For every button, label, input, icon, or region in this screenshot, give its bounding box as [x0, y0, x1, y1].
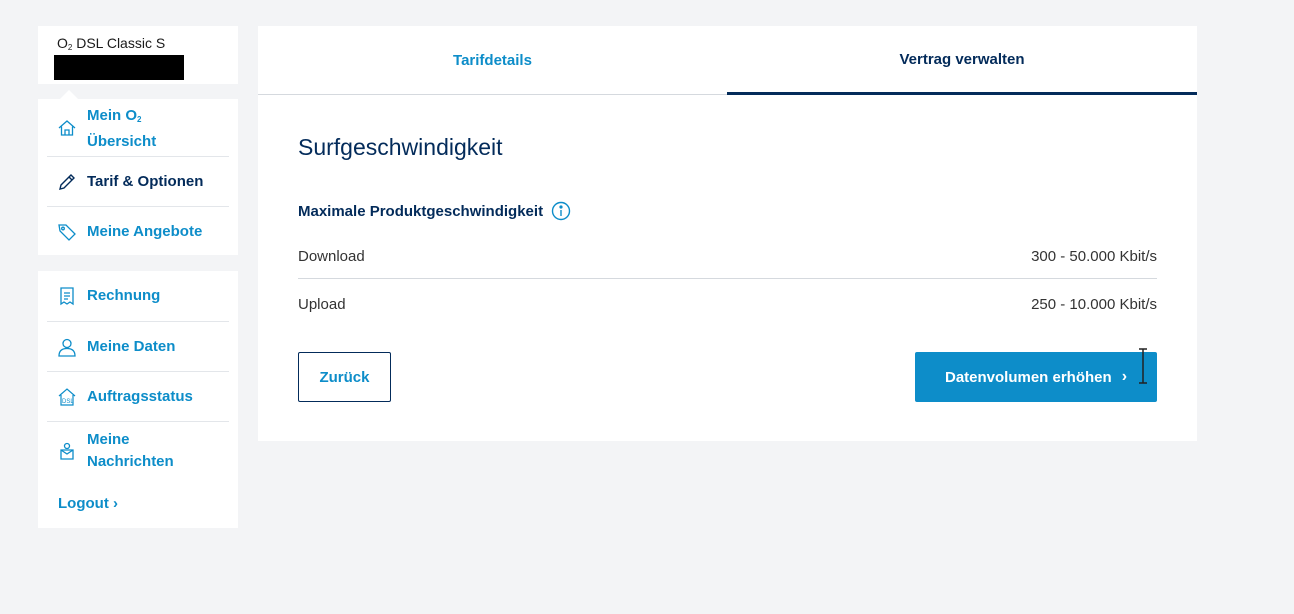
- tariff-name: O2 DSL Classic S: [57, 35, 166, 52]
- nav-group-services: Rechnung Meine Daten DSL Auftragsstatus …: [38, 271, 238, 528]
- sidebar-item-label: Tarif & Optionen: [87, 172, 204, 190]
- info-icon[interactable]: [551, 201, 571, 221]
- sidebar-item-label: Mein O2 Übersicht: [87, 107, 157, 150]
- card-notch: [60, 90, 78, 99]
- row-label: Download: [298, 247, 365, 265]
- sidebar-item-order-status[interactable]: DSL Auftragsstatus: [47, 372, 229, 422]
- subheading-label: Maximale Produktgeschwindigkeit: [298, 202, 544, 220]
- tab-bar: Tarifdetails Vertrag verwalten: [258, 26, 1197, 95]
- tab-manage-contract[interactable]: Vertrag verwalten: [727, 26, 1197, 95]
- pencil-icon: [57, 172, 77, 192]
- logout-link[interactable]: Logout ›: [58, 495, 118, 512]
- back-button[interactable]: Zurück: [298, 352, 391, 402]
- increase-data-volume-button[interactable]: Datenvolumen erhöhen ›: [915, 352, 1157, 402]
- speed-row-download: Download 300 - 50.000 Kbit/s: [298, 234, 1157, 279]
- messages-icon: [57, 441, 77, 461]
- dsl-house-icon: DSL: [57, 387, 77, 407]
- sidebar-item-label: Meine Angebote: [87, 222, 203, 240]
- row-label: Upload: [298, 295, 346, 313]
- speed-subheading: Maximale Produktgeschwindigkeit: [298, 201, 571, 221]
- sidebar-item-offers[interactable]: Meine Angebote: [47, 207, 229, 256]
- sidebar-item-label: Meine Daten: [87, 337, 176, 355]
- button-label: Datenvolumen erhöhen: [944, 368, 1112, 386]
- sidebar-item-label: Auftragsstatus: [87, 387, 193, 405]
- sidebar-item-invoice[interactable]: Rechnung: [47, 271, 229, 322]
- main-panel: Tarifdetails Vertrag verwalten Surfgesch…: [258, 26, 1197, 441]
- sidebar-item-my-data[interactable]: Meine Daten: [47, 322, 229, 372]
- home-icon: [57, 118, 77, 138]
- tab-tariff-details[interactable]: Tarifdetails: [258, 26, 727, 94]
- svg-text:DSL: DSL: [62, 399, 74, 405]
- chevron-right-icon: ›: [1121, 368, 1128, 385]
- text-cursor-icon: [1139, 348, 1147, 384]
- invoice-icon: [57, 286, 77, 306]
- nav-group-account: Mein O2 Übersicht Tarif & Optionen Meine …: [38, 99, 238, 255]
- sidebar-item-messages[interactable]: Meine Nachrichten: [47, 422, 229, 480]
- tariff-card: O2 DSL Classic S: [38, 26, 238, 84]
- sidebar-item-label: Rechnung: [87, 287, 161, 304]
- speed-row-upload: Upload 250 - 10.000 Kbit/s: [298, 284, 1157, 324]
- row-value: 300 - 50.000 Kbit/s: [1031, 247, 1157, 265]
- sidebar-item-label: Meine Nachrichten: [87, 431, 174, 470]
- sidebar-item-overview[interactable]: Mein O2 Übersicht: [47, 99, 229, 157]
- tag-icon: [57, 222, 77, 242]
- sidebar-item-tariff-options[interactable]: Tarif & Optionen: [47, 157, 229, 207]
- row-value: 250 - 10.000 Kbit/s: [1031, 295, 1157, 313]
- user-icon: [57, 337, 77, 357]
- section-title: Surfgeschwindigkeit: [298, 134, 503, 160]
- redacted-block: [54, 55, 184, 80]
